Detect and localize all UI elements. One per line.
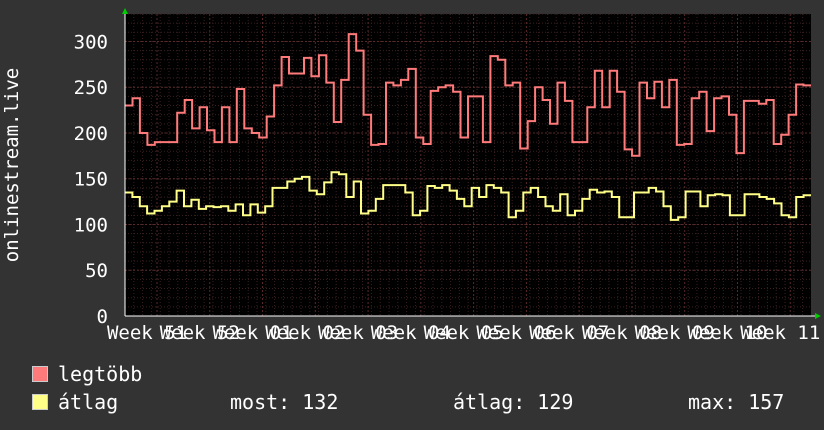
stat-atlag: átlag: 129	[453, 390, 574, 414]
y-axis-label: onlinestream.live	[1, 68, 23, 262]
x-axis-ticks: Week 51Week 52Week 01Week 02Week 03Week …	[107, 322, 820, 344]
y-tick-label: 100	[74, 214, 108, 236]
x-tick-label: Week 11	[740, 322, 820, 344]
legend-swatch-legtobb	[32, 366, 48, 382]
stat-max: max: 157	[688, 390, 785, 414]
y-axis-ticks: 050100150200250300	[74, 31, 108, 328]
y-tick-label: 50	[85, 260, 108, 282]
y-axis-arrow-icon	[122, 8, 128, 14]
legend-swatch-atlag	[32, 394, 48, 410]
y-tick-label: 200	[74, 123, 108, 145]
y-tick-label: 250	[74, 77, 108, 99]
y-tick-label: 150	[74, 169, 108, 191]
x-axis-arrow-icon	[815, 313, 821, 319]
legend-label-legtobb: legtöbb	[58, 362, 143, 386]
y-tick-label: 300	[74, 31, 108, 53]
legend-label-atlag: átlag	[58, 390, 119, 414]
stat-most: most: 132	[230, 390, 339, 414]
